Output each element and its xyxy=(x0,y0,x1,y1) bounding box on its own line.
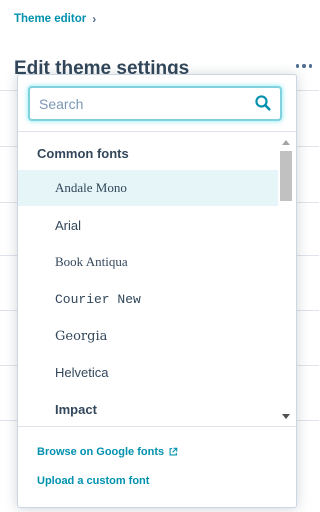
font-option-label: Courier New xyxy=(55,291,141,307)
search-box xyxy=(28,86,282,121)
font-option-label: Georgia xyxy=(55,328,108,344)
font-option[interactable]: Book Antiqua xyxy=(18,244,278,280)
font-option-label: Arial xyxy=(55,217,82,233)
font-option[interactable]: Andale Mono xyxy=(18,170,278,206)
font-option[interactable]: Courier New xyxy=(18,281,278,317)
font-option[interactable]: Arial xyxy=(18,207,278,243)
font-option[interactable]: Helvetica xyxy=(18,354,278,390)
font-option-label: Impact xyxy=(55,401,97,417)
font-option-label: Book Antiqua xyxy=(55,254,128,269)
scroll-up-arrow-icon[interactable] xyxy=(282,140,290,145)
chevron-right-icon: › xyxy=(92,12,97,26)
breadcrumb: Theme editor › xyxy=(14,12,96,26)
scrollbar-thumb[interactable] xyxy=(280,151,292,201)
group-header: Common fonts xyxy=(37,146,129,161)
browse-google-fonts-label: Browse on Google fonts xyxy=(37,446,165,458)
font-option-label: Andale Mono xyxy=(55,180,127,195)
search-input[interactable] xyxy=(30,88,250,119)
font-list: Common fonts Andale Mono Arial Book Anti… xyxy=(18,132,278,426)
more-horizontal-icon xyxy=(295,64,300,68)
browse-google-fonts-link[interactable]: Browse on Google fonts xyxy=(37,446,178,458)
font-option-label: Helvetica xyxy=(55,364,109,380)
external-link-icon xyxy=(169,447,178,456)
scroll-down-arrow-icon[interactable] xyxy=(282,414,290,419)
upload-custom-font-link[interactable]: Upload a custom font xyxy=(37,475,149,487)
more-options-button[interactable] xyxy=(292,58,316,74)
font-option[interactable]: Impact xyxy=(18,391,278,426)
search-icon[interactable] xyxy=(254,94,272,112)
scrollbar[interactable] xyxy=(278,132,294,426)
breadcrumb-link-theme-editor[interactable]: Theme editor xyxy=(14,13,86,25)
font-picker-dropdown: Common fonts Andale Mono Arial Book Anti… xyxy=(17,74,297,508)
divider xyxy=(18,426,296,427)
font-option[interactable]: Georgia xyxy=(18,318,278,354)
